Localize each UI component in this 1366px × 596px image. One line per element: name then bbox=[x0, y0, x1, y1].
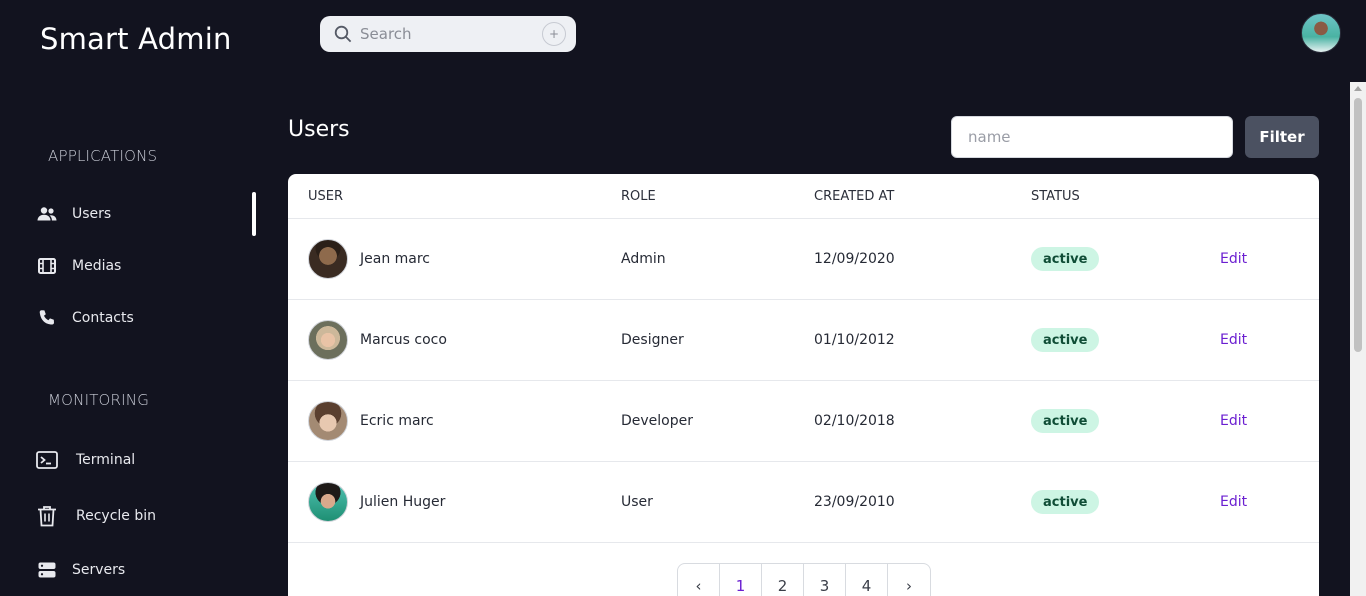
user-name: Marcus coco bbox=[360, 332, 447, 348]
status-badge: active bbox=[1031, 490, 1100, 514]
status-badge: active bbox=[1031, 328, 1100, 352]
pagination-page-3[interactable]: 3 bbox=[804, 564, 846, 596]
avatar bbox=[308, 482, 348, 522]
profile-avatar[interactable] bbox=[1301, 13, 1341, 53]
sidebar-item-label: Servers bbox=[72, 562, 126, 578]
server-icon bbox=[36, 559, 58, 581]
edit-link[interactable]: Edit bbox=[1220, 332, 1247, 348]
user-role: Developer bbox=[621, 413, 694, 429]
scrollbar-thumb[interactable] bbox=[1354, 98, 1362, 352]
created-at: 01/10/2012 bbox=[814, 332, 895, 348]
sidebar-item-label: Users bbox=[72, 206, 112, 222]
sidebar: Smart Admin APPLICATIONS Users Medias Co… bbox=[0, 0, 260, 596]
search-shortcut-button[interactable]: + bbox=[542, 22, 566, 46]
section-title-monitoring: MONITORING bbox=[48, 391, 150, 409]
sidebar-item-recycle-bin[interactable]: Recycle bin bbox=[36, 504, 236, 528]
sidebar-item-contacts[interactable]: Contacts bbox=[36, 306, 236, 330]
column-header-status: STATUS bbox=[1031, 189, 1080, 204]
user-role: Admin bbox=[621, 251, 666, 267]
sidebar-item-label: Contacts bbox=[72, 310, 134, 326]
created-at: 02/10/2018 bbox=[814, 413, 895, 429]
active-indicator bbox=[252, 192, 256, 236]
column-header-user: USER bbox=[308, 189, 344, 204]
pagination: ‹ 1 2 3 4 › bbox=[677, 563, 931, 596]
terminal-icon bbox=[36, 449, 58, 471]
page-title: Users bbox=[288, 117, 350, 142]
table-row: Julien Huger User 23/09/2010 active Edit bbox=[288, 462, 1319, 543]
pagination-page-1[interactable]: 1 bbox=[720, 564, 762, 596]
user-name: Jean marc bbox=[360, 251, 431, 267]
pagination-page-4[interactable]: 4 bbox=[846, 564, 888, 596]
search-input[interactable] bbox=[360, 25, 536, 43]
avatar bbox=[308, 320, 348, 360]
sidebar-item-label: Recycle bin bbox=[76, 508, 156, 524]
edit-link[interactable]: Edit bbox=[1220, 494, 1247, 510]
users-icon bbox=[36, 203, 58, 225]
film-icon bbox=[36, 255, 58, 277]
status-badge: active bbox=[1031, 247, 1100, 271]
table-header: USER ROLE CREATED AT STATUS bbox=[288, 174, 1319, 219]
avatar bbox=[308, 239, 348, 279]
user-name: Ecric marc bbox=[360, 413, 434, 429]
edit-link[interactable]: Edit bbox=[1220, 251, 1247, 267]
name-filter-input[interactable] bbox=[951, 116, 1233, 158]
column-header-role: ROLE bbox=[621, 189, 656, 204]
pagination-next-button[interactable]: › bbox=[888, 564, 930, 596]
section-title-applications: APPLICATIONS bbox=[48, 147, 158, 165]
users-table: USER ROLE CREATED AT STATUS Jean marc Ad… bbox=[288, 174, 1319, 596]
avatar bbox=[308, 401, 348, 441]
trash-icon bbox=[36, 505, 58, 527]
app-title[interactable]: Smart Admin bbox=[40, 22, 232, 56]
table-row: Ecric marc Developer 02/10/2018 active E… bbox=[288, 381, 1319, 462]
filter-button[interactable]: Filter bbox=[1245, 116, 1319, 158]
table-row: Marcus coco Designer 01/10/2012 active E… bbox=[288, 300, 1319, 381]
phone-icon bbox=[36, 307, 58, 329]
created-at: 12/09/2020 bbox=[814, 251, 895, 267]
edit-link[interactable]: Edit bbox=[1220, 413, 1247, 429]
search-bar[interactable]: + bbox=[320, 16, 576, 52]
user-name: Julien Huger bbox=[360, 494, 446, 510]
column-header-created-at: CREATED AT bbox=[814, 189, 895, 204]
sidebar-item-label: Terminal bbox=[76, 452, 136, 468]
table-row: Jean marc Admin 12/09/2020 active Edit bbox=[288, 219, 1319, 300]
user-role: Designer bbox=[621, 332, 684, 348]
sidebar-item-terminal[interactable]: Terminal bbox=[36, 448, 236, 472]
created-at: 23/09/2010 bbox=[814, 494, 895, 510]
status-badge: active bbox=[1031, 409, 1100, 433]
scroll-up-arrow-icon[interactable] bbox=[1354, 86, 1362, 91]
vertical-scrollbar[interactable] bbox=[1350, 82, 1366, 596]
sidebar-item-label: Medias bbox=[72, 258, 122, 274]
sidebar-item-users[interactable]: Users bbox=[36, 202, 236, 226]
pagination-prev-button[interactable]: ‹ bbox=[678, 564, 720, 596]
sidebar-item-medias[interactable]: Medias bbox=[36, 254, 236, 278]
search-icon bbox=[334, 25, 352, 43]
pagination-page-2[interactable]: 2 bbox=[762, 564, 804, 596]
user-role: User bbox=[621, 494, 653, 510]
sidebar-item-servers[interactable]: Servers bbox=[36, 558, 236, 582]
